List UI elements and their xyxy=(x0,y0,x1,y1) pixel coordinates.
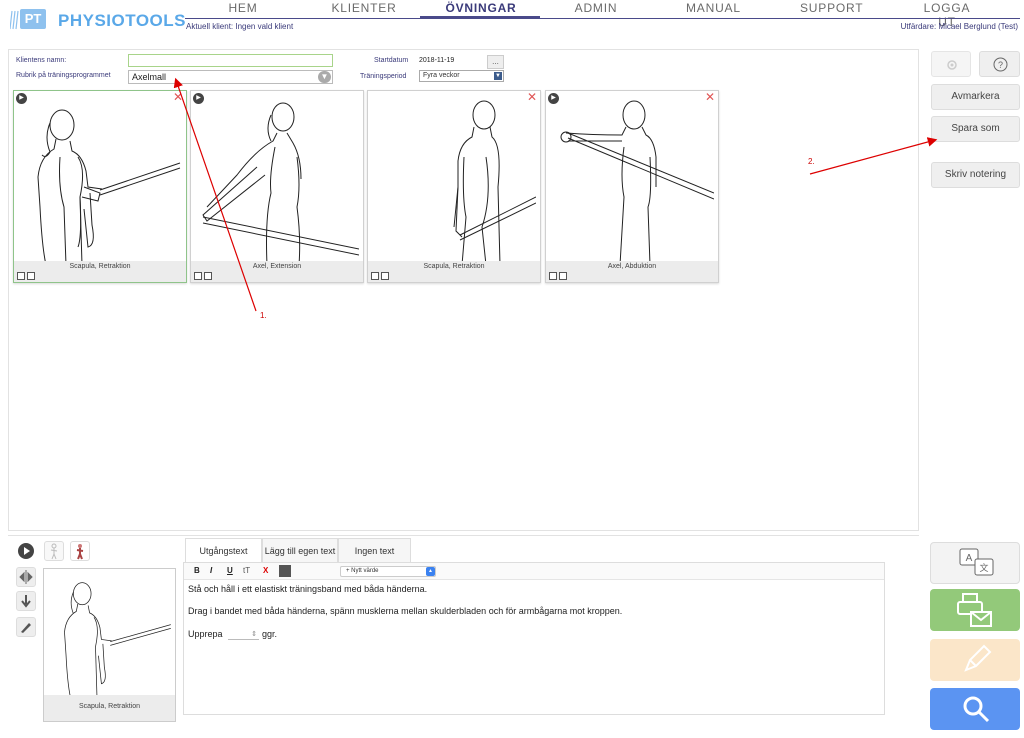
start-date-label: Startdatum xyxy=(374,57,409,64)
pencil-icon xyxy=(964,644,992,672)
figure-photo-icon[interactable] xyxy=(70,541,90,561)
period-label: Träningsperiod xyxy=(360,73,407,80)
nav-active-indicator xyxy=(420,16,540,19)
tab-ingen-text[interactable]: Ingen text xyxy=(338,538,411,563)
nav-admin[interactable]: ADMIN xyxy=(572,1,620,15)
rubrik-label: Rubrik på träningsprogrammet xyxy=(16,72,111,79)
chevron-down-icon[interactable]: ▼ xyxy=(318,71,331,83)
exercise-preview: Scapula, Retraktion xyxy=(43,568,176,722)
select-checkbox-icon[interactable] xyxy=(549,272,557,280)
preview-illustration xyxy=(64,582,171,697)
clear-format-button[interactable]: X xyxy=(263,566,268,575)
preview-label: Scapula, Retraktion xyxy=(44,695,175,721)
logo-badge: PT xyxy=(20,9,46,29)
logo-text: PHYSIOTOOLS xyxy=(58,11,186,30)
print-email-icon xyxy=(957,593,992,627)
card-footer: Axel, Extension xyxy=(191,261,363,282)
repeat-unit: ggr. xyxy=(262,629,278,639)
instruction-line-2: Drag i bandet med båda händerna, spänn m… xyxy=(188,606,623,616)
exercise-card[interactable]: ▶ ✕ Scapula, Retraktion xyxy=(13,90,187,283)
help-button[interactable]: ? xyxy=(979,51,1020,77)
save-as-button[interactable]: Spara som xyxy=(931,116,1020,142)
translate-button[interactable]: A 文 xyxy=(930,542,1020,584)
edit-button[interactable] xyxy=(930,639,1020,681)
italic-button[interactable]: I xyxy=(210,566,212,575)
header: PT PHYSIOTOOLS HEM KLIENTER ÖVNINGAR ADM… xyxy=(0,0,1024,44)
exercise-label: Axel, Abduktion xyxy=(607,263,657,270)
settings-button[interactable] xyxy=(931,51,971,77)
expand-icon[interactable] xyxy=(559,272,567,280)
help-icon: ? xyxy=(993,57,1008,72)
figure-outline-icon[interactable] xyxy=(44,541,64,561)
text-editor[interactable]: B I U tT X + Nytt värde ▲ Stå och håll i… xyxy=(183,562,885,715)
deselect-button[interactable]: Avmarkera xyxy=(931,84,1020,110)
underline-button[interactable]: U xyxy=(227,566,233,575)
search-icon xyxy=(963,696,990,723)
nav-support[interactable]: SUPPORT xyxy=(800,1,863,15)
exercise-card[interactable]: ▶ Axel, Extension xyxy=(190,90,364,283)
mirror-icon[interactable] xyxy=(16,567,36,587)
client-name-input[interactable] xyxy=(128,54,333,67)
card-footer: Scapula, Retraktion xyxy=(368,261,540,282)
editor-toolbar: B I U tT X + Nytt värde ▲ xyxy=(184,563,884,580)
bold-button[interactable]: B xyxy=(194,566,200,575)
current-client: Aktuell klient: Ingen vald klient xyxy=(186,22,294,31)
search-button[interactable] xyxy=(930,688,1020,730)
rubrik-input[interactable]: Axelmall xyxy=(128,70,333,84)
card-footer: Axel, Abduktion xyxy=(546,261,718,282)
repeat-label: Upprepa xyxy=(188,629,223,639)
select-arrow-icon: ▲ xyxy=(426,567,435,576)
svg-text:?: ? xyxy=(998,60,1003,70)
expand-icon[interactable] xyxy=(204,272,212,280)
insert-table-icon[interactable] xyxy=(279,565,291,577)
print-email-button[interactable] xyxy=(930,589,1020,631)
annotation-1: 1. xyxy=(260,311,267,320)
exercise-illustration xyxy=(202,102,359,265)
tab-utgangstext[interactable]: Utgångstext xyxy=(185,538,262,563)
svg-text:A: A xyxy=(966,553,973,564)
date-picker-button[interactable]: ... xyxy=(487,55,504,69)
tab-egen-text[interactable]: Lägg till egen text xyxy=(262,538,338,563)
start-date-value[interactable]: 2018-11-19 xyxy=(419,57,454,64)
logo-mark-icon xyxy=(10,10,19,30)
expand-icon[interactable] xyxy=(381,272,389,280)
select-checkbox-icon[interactable] xyxy=(371,272,379,280)
exercise-illustration xyxy=(37,109,181,265)
nav-klienter[interactable]: KLIENTER xyxy=(329,1,399,15)
select-checkbox-icon[interactable] xyxy=(17,272,25,280)
exercise-illustration xyxy=(453,100,536,265)
exercise-illustration xyxy=(560,100,714,265)
period-value: Fyra veckor xyxy=(423,72,460,79)
exercise-card[interactable]: ✕ Scapula, Retraktion xyxy=(367,90,541,283)
exercise-label: Axel, Extension xyxy=(252,263,302,270)
pencil-icon[interactable] xyxy=(16,617,36,637)
play-icon[interactable] xyxy=(16,541,36,561)
annotation-2: 2. xyxy=(808,157,815,166)
period-select[interactable]: Fyra veckor ▼ xyxy=(419,70,504,82)
exercise-label: Scapula, Retraktion xyxy=(69,263,131,270)
font-size-button[interactable]: tT xyxy=(243,566,250,575)
nav-ovningar[interactable]: ÖVNINGAR xyxy=(440,1,522,15)
repeat-stepper[interactable]: ⇕ xyxy=(228,630,259,640)
exercise-card[interactable]: ▶ ✕ Axel, Abduktion xyxy=(545,90,719,283)
exercise-label: Scapula, Retraktion xyxy=(423,263,485,270)
instruction-line-1: Stå och håll i ett elastiskt träningsban… xyxy=(188,584,428,594)
card-footer: Scapula, Retraktion xyxy=(14,261,186,282)
nav-hem[interactable]: HEM xyxy=(220,1,266,15)
select-arrow-icon: ▼ xyxy=(494,72,502,80)
translate-icon: A 文 xyxy=(959,548,994,576)
nav-underline xyxy=(185,18,1020,19)
select-checkbox-icon[interactable] xyxy=(194,272,202,280)
nav-manual[interactable]: MANUAL xyxy=(686,1,740,15)
svg-text:文: 文 xyxy=(979,562,988,574)
issuer: Utfärdare: Micael Berglund (Test) xyxy=(900,22,1018,31)
new-value-select[interactable]: + Nytt värde ▲ xyxy=(340,566,436,577)
arrow-down-icon[interactable] xyxy=(16,591,36,611)
new-value-label: + Nytt värde xyxy=(346,568,379,574)
gear-icon xyxy=(947,60,957,70)
write-note-button[interactable]: Skriv notering xyxy=(931,162,1020,188)
expand-icon[interactable] xyxy=(27,272,35,280)
client-name-label: Klientens namn: xyxy=(16,57,67,64)
